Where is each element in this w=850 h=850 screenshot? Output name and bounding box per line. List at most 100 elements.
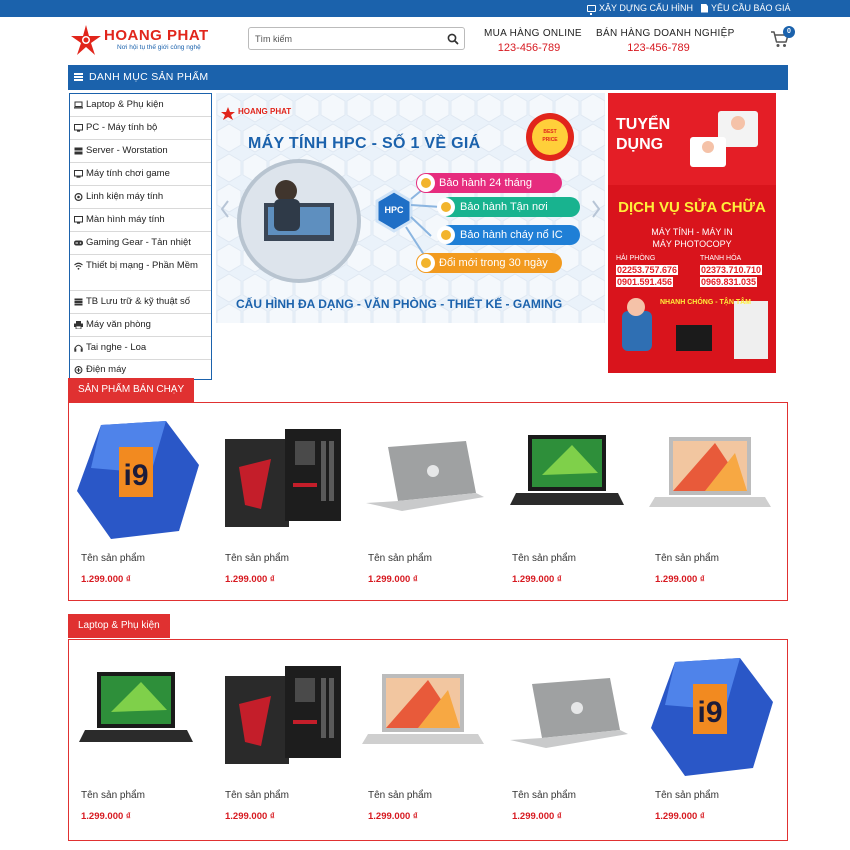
category-item-monitor[interactable]: Màn hình máy tính [70,209,211,232]
category-item-server[interactable]: Server - Worstation [70,140,211,163]
product-name[interactable]: Tên sản phẩm [512,553,576,564]
category-item-audio[interactable]: Tai nghe - Loa [70,337,211,360]
category-item-gaming-gear[interactable]: Gaming Gear - Tản nhiệt [70,232,211,255]
cart-count-badge: 0 [783,26,795,38]
product-price: 1.299.000 ₫ [512,811,562,822]
product-name[interactable]: Tên sản phẩm [81,790,145,801]
product-name[interactable]: Tên sản phẩm [81,553,145,564]
product-name[interactable]: Tên sản phẩm [655,790,719,801]
category-label: Màn hình máy tính [86,214,165,225]
search-input[interactable] [255,31,435,46]
category-bar[interactable]: DANH MỤC SẢN PHẨM [68,65,788,90]
benefit-1: Bảo hành 24 tháng [439,177,532,189]
site-logo[interactable]: HOANG PHAT Nơi hội tụ thế giới công nghệ [70,25,220,55]
logo-slogan: Nơi hội tụ thế giới công nghệ [117,44,201,51]
server-icon [74,147,83,155]
svg-text:i9: i9 [697,696,722,729]
search-box [248,27,465,50]
build-config-link[interactable]: XÂY DỰNG CẤU HÌNH [587,3,694,15]
category-item-components[interactable]: Linh kiện máy tính [70,186,211,209]
benefit-2: Bảo hành Tận nơi [460,201,548,213]
request-quote-link[interactable]: YÊU CẦU BÁO GIÁ [701,3,791,13]
top-bar: XÂY DỰNG CẤU HÌNH YÊU CẦU BÁO GIÁ [0,0,850,17]
promo-slider[interactable]: HOANG PHAT MÁY TÍNH HPC - SỐ 1 VỀ GIÁ BE… [216,93,605,323]
ad-city1-phone1: 02253.757.676 [616,265,679,275]
monitor-icon [74,216,83,224]
gamepad-icon [74,240,83,246]
section-laptop-tab[interactable]: Laptop & Phụ kiện [68,614,170,638]
section-bestseller-tab[interactable]: SẢN PHẨM BÁN CHẠY [68,378,195,402]
product-image-cpu-box[interactable]: i9 [71,413,201,543]
product-name[interactable]: Tên sản phẩm [225,790,289,801]
printer-icon [74,321,83,329]
category-label: PC - Máy tính bộ [86,122,158,133]
product-name[interactable]: Tên sản phẩm [368,553,432,564]
file-icon [701,3,708,13]
product-price: 1.299.000 ₫ [368,574,418,585]
section-bestseller: i9 Tên sản phẩm 1.299.000 ₫ Tên sản phẩm… [68,402,788,601]
product-image-laptop-colorful[interactable] [645,413,775,543]
product-name[interactable]: Tên sản phẩm [225,553,289,564]
category-item-office[interactable]: Máy văn phòng [70,314,211,337]
product-price: 1.299.000 ₫ [512,574,562,585]
ad-sub1: MÁY TÍNH - MÁY IN [651,227,733,237]
category-label: TB Lưu trữ & kỹ thuật số [86,296,191,307]
category-item-laptop[interactable]: Laptop & Phụ kiện [70,94,211,117]
category-item-appliance[interactable]: Điện máy [70,360,211,380]
category-item-pc[interactable]: PC - Máy tính bộ [70,117,211,140]
appliance-icon [74,366,83,374]
business-label: BÁN HÀNG DOANH NGHIỆP [596,28,735,39]
ad-sub2: MÁY PHOTOCOPY [652,239,732,249]
product-price: 1.299.000 ₫ [225,811,275,822]
online-label: MUA HÀNG ONLINE [484,28,582,39]
category-bar-title: DANH MỤC SẢN PHẨM [89,71,209,83]
slider-headline: MÁY TÍNH HPC - SỐ 1 VỀ GIÁ [248,135,481,152]
online-hotline: MUA HÀNG ONLINE 123-456-789 [484,28,582,54]
category-item-gaming-pc[interactable]: Máy tính chơi game [70,163,211,186]
product-price: 1.299.000 ₫ [368,811,418,822]
product-image-laptop-black[interactable] [71,650,201,780]
product-image-motherboard[interactable] [215,650,345,780]
logo-star-icon [71,25,101,55]
cart-button[interactable]: 0 [770,26,795,48]
category-label: Thiết bị mạng - Phần Mềm [86,260,198,271]
ad-city2: THANH HÓA [700,255,742,262]
request-quote-label: YÊU CẦU BÁO GIÁ [711,3,791,13]
category-label: Tai nghe - Loa [86,342,147,353]
build-config-label: XÂY DỰNG CẤU HÌNH [599,3,694,13]
ad-recruit: TUYỂN DỤNG [616,116,671,153]
category-label: Server - Worstation [86,145,168,156]
product-price: 1.299.000 ₫ [655,574,705,585]
category-item-network[interactable]: Thiết bị mạng - Phần Mềm [70,255,211,291]
service-ad-banner[interactable]: TUYỂN DỤNG DỊCH VỤ SỬA CHỮA MÁY TÍNH - M… [608,93,776,373]
product-name[interactable]: Tên sản phẩm [655,553,719,564]
product-name[interactable]: Tên sản phẩm [368,790,432,801]
online-phone[interactable]: 123-456-789 [484,42,574,54]
business-phone[interactable]: 123-456-789 [596,42,721,54]
category-label: Máy tính chơi game [86,168,170,179]
search-icon[interactable] [446,32,460,46]
ad-city1: HẢI PHÒNG [616,255,656,262]
slider-brand: HOANG PHAT [238,107,292,116]
gaming-pc-icon [74,170,83,178]
laptop-icon [74,101,83,109]
slider-footer: CẤU HÌNH ĐA DẠNG - VĂN PHÒNG - THIẾT KẾ … [236,297,563,311]
slider-hub-label: HPC [384,205,404,215]
category-label: Gaming Gear - Tản nhiệt [86,237,191,248]
product-image-laptop-colorful[interactable] [358,650,488,780]
category-label: Máy văn phòng [86,319,151,330]
product-name[interactable]: Tên sản phẩm [512,790,576,801]
product-image-laptop-silver[interactable] [358,413,488,543]
benefit-3: Bảo hành cháy nổ IC [460,229,563,241]
product-image-cpu-box[interactable]: i9 [645,650,775,780]
storage-icon [74,298,83,306]
product-price: 1.299.000 ₫ [655,811,705,822]
monitor-icon [587,4,596,15]
best-price-top: BEST [543,129,557,135]
product-price: 1.299.000 ₫ [81,811,131,822]
product-image-laptop-black[interactable] [502,413,632,543]
svg-text:i9: i9 [123,459,148,492]
category-item-storage[interactable]: TB Lưu trữ & kỹ thuật số [70,291,211,314]
product-image-motherboard[interactable] [215,413,345,543]
product-image-laptop-silver[interactable] [502,650,632,780]
